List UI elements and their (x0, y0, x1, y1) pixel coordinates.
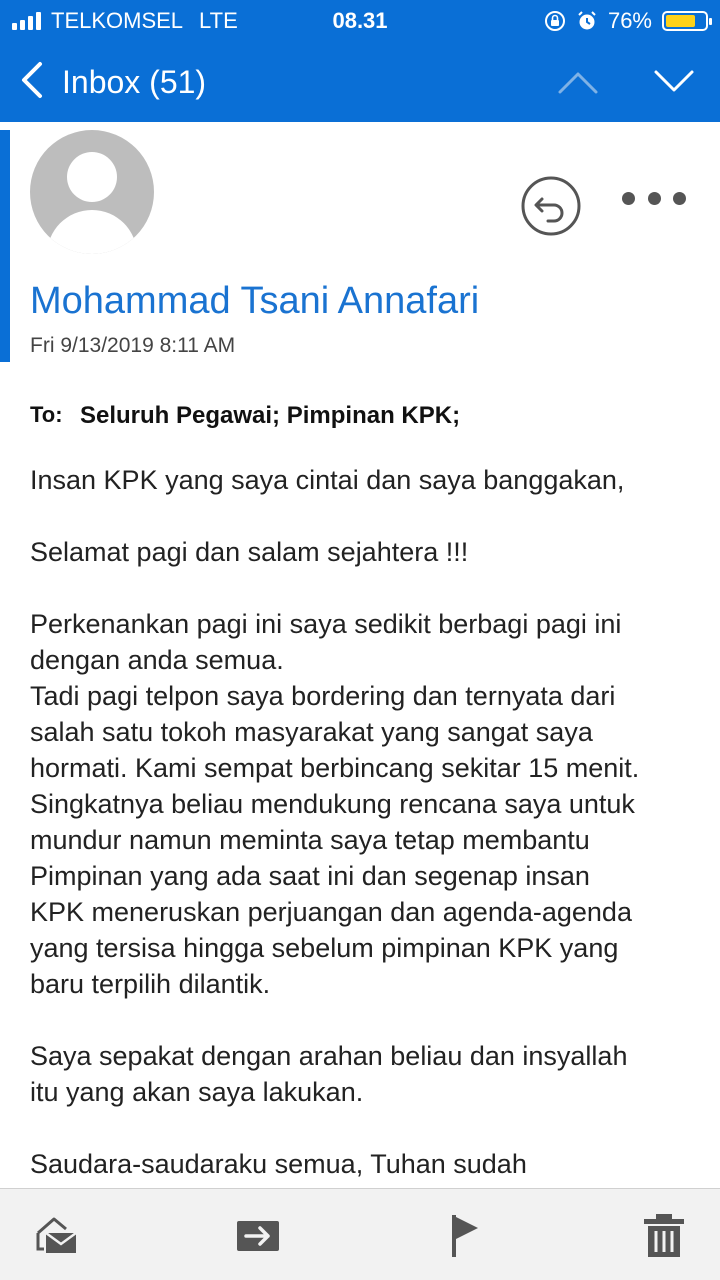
more-icon[interactable] (622, 186, 686, 210)
move-icon[interactable] (234, 1211, 282, 1259)
unread-accent-bar (0, 130, 10, 362)
avatar-head (67, 152, 117, 202)
back-to-inbox-link[interactable]: Inbox (51) (62, 64, 206, 101)
flag-icon[interactable] (446, 1211, 494, 1259)
chevron-up-icon[interactable] (556, 62, 600, 102)
chevron-left-icon[interactable] (16, 60, 48, 100)
more-dot (647, 191, 661, 205)
body-paragraph: Saudara-saudaraku semua, Tuhan sudah (30, 1149, 527, 1179)
avatar-body (47, 210, 137, 254)
bottom-toolbar (0, 1188, 720, 1280)
to-label: To: (30, 402, 63, 427)
email-date: Fri 9/13/2019 8:11 AM (30, 334, 236, 357)
battery-fill (666, 15, 695, 27)
body-paragraph: Selamat pagi dan salam sejahtera !!! (30, 537, 469, 567)
more-dot (673, 191, 686, 205)
trash-icon[interactable] (640, 1211, 688, 1259)
rotation-lock-icon (544, 11, 565, 31)
more-dot (622, 191, 635, 205)
avatar (30, 130, 154, 254)
recipients[interactable]: Seluruh Pegawai; Pimpinan KPK; (80, 402, 460, 430)
chevron-down-icon[interactable] (652, 62, 696, 102)
email-body: Insan KPK yang saya cintai dan saya bang… (30, 462, 702, 1184)
body-paragraph: Insan KPK yang saya cintai dan saya bang… (30, 465, 625, 495)
battery-icon (662, 11, 712, 31)
status-right: 76% (544, 8, 712, 34)
alarm-icon (578, 11, 596, 30)
body-paragraph: Saya sepakat dengan arahan beliau dan in… (30, 1041, 628, 1107)
nav-bar: Inbox (51) (0, 40, 720, 122)
status-bar: TELKOMSEL LTE 08.31 76% (0, 0, 720, 40)
sender-name[interactable]: Mohammad Tsani Annafari (30, 280, 479, 323)
body-paragraph: Perkenankan pagi ini saya sedikit berbag… (30, 609, 640, 999)
battery-percent: 76% (607, 8, 652, 33)
reply-icon[interactable] (520, 175, 582, 237)
mail-open-icon[interactable] (34, 1211, 82, 1259)
